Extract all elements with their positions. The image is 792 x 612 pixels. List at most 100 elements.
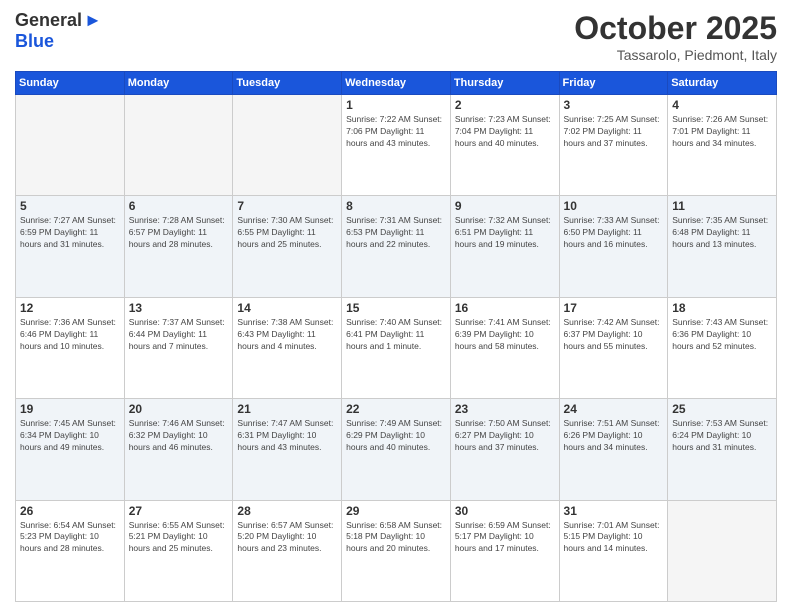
logo-blue-text: Blue [15, 31, 54, 52]
table-row: 1 Sunrise: 7:22 AM Sunset: 7:06 PM Daylig… [342, 95, 451, 196]
table-row: 8Sunrise: 7:31 AM Sunset: 6:53 PM Daylig… [342, 196, 451, 297]
day-number: 5 [20, 199, 120, 213]
table-row: 5 Sunrise: 7:27 AM Sunset: 6:59 PM Daylig… [16, 196, 125, 297]
table-row: 30Sunrise: 6:59 AM Sunset: 5:17 PM Dayli… [450, 500, 559, 601]
day-number: 15 [346, 301, 446, 315]
day-number: 26 [20, 504, 120, 518]
day-number: 27 [129, 504, 229, 518]
logo-general-text: General [15, 10, 82, 31]
calendar-week-row: 19 Sunrise: 7:45 AM Sunset: 6:34 PM Dayli… [16, 399, 777, 500]
day-number: 8 [346, 199, 446, 213]
table-row: 16 Sunrise: 7:41 AM Sunset: 6:39 PM Dayli… [450, 297, 559, 398]
table-row: 20 Sunrise: 7:46 AM Sunset: 6:32 PM Dayli… [124, 399, 233, 500]
day-number: 18 [672, 301, 772, 315]
day-info: Sunrise: 7:32 AM Sunset: 6:51 PM Dayligh… [455, 215, 555, 251]
day-info: Sunrise: 7:28 AM Sunset: 6:57 PM Dayligh… [129, 215, 229, 251]
table-row: 10 Sunrise: 7:33 AM Sunset: 6:50 PM Dayli… [559, 196, 668, 297]
day-number: 11 [672, 199, 772, 213]
day-info: Sunrise: 7:41 AM Sunset: 6:39 PM Dayligh… [455, 317, 555, 353]
table-row [16, 95, 125, 196]
page: General ► Blue October 2025 Tassarolo, P… [0, 0, 792, 612]
month-title: October 2025 [574, 10, 777, 47]
col-monday: Monday [124, 72, 233, 95]
day-info: Sunrise: 7:46 AM Sunset: 6:32 PM Dayligh… [129, 418, 229, 454]
title-area: October 2025 Tassarolo, Piedmont, Italy [574, 10, 777, 63]
table-row: 26Sunrise: 6:54 AM Sunset: 5:23 PM Dayli… [16, 500, 125, 601]
day-info: Sunrise: 7:45 AM Sunset: 6:34 PM Dayligh… [20, 418, 120, 454]
day-info: Sunrise: 7:33 AM Sunset: 6:50 PM Dayligh… [564, 215, 664, 251]
table-row: 12 Sunrise: 7:36 AM Sunset: 6:46 PM Dayli… [16, 297, 125, 398]
day-number: 20 [129, 402, 229, 416]
day-info: Sunrise: 6:59 AM Sunset: 5:17 PM Dayligh… [455, 520, 555, 556]
day-number: 14 [237, 301, 337, 315]
table-row [668, 500, 777, 601]
day-number: 13 [129, 301, 229, 315]
table-row: 2Sunrise: 7:23 AM Sunset: 7:04 PM Daylig… [450, 95, 559, 196]
day-info: Sunrise: 7:22 AM Sunset: 7:06 PM Dayligh… [346, 114, 446, 150]
day-number: 25 [672, 402, 772, 416]
day-number: 16 [455, 301, 555, 315]
table-row: 24 Sunrise: 7:51 AM Sunset: 6:26 PM Dayli… [559, 399, 668, 500]
calendar-week-row: 12 Sunrise: 7:36 AM Sunset: 6:46 PM Dayli… [16, 297, 777, 398]
table-row: 22 Sunrise: 7:49 AM Sunset: 6:29 PM Dayli… [342, 399, 451, 500]
table-row: 11 Sunrise: 7:35 AM Sunset: 6:48 PM Dayli… [668, 196, 777, 297]
table-row: 6 Sunrise: 7:28 AM Sunset: 6:57 PM Daylig… [124, 196, 233, 297]
day-number: 4 [672, 98, 772, 112]
day-info: Sunrise: 6:58 AM Sunset: 5:18 PM Dayligh… [346, 520, 446, 556]
day-number: 22 [346, 402, 446, 416]
day-info: Sunrise: 7:37 AM Sunset: 6:44 PM Dayligh… [129, 317, 229, 353]
day-number: 9 [455, 199, 555, 213]
col-friday: Friday [559, 72, 668, 95]
col-thursday: Thursday [450, 72, 559, 95]
day-info: Sunrise: 7:26 AM Sunset: 7:01 PM Dayligh… [672, 114, 772, 150]
day-number: 17 [564, 301, 664, 315]
table-row: 7Sunrise: 7:30 AM Sunset: 6:55 PM Daylig… [233, 196, 342, 297]
location: Tassarolo, Piedmont, Italy [574, 47, 777, 63]
day-info: Sunrise: 7:25 AM Sunset: 7:02 PM Dayligh… [564, 114, 664, 150]
day-info: Sunrise: 6:57 AM Sunset: 5:20 PM Dayligh… [237, 520, 337, 556]
table-row: 25 Sunrise: 7:53 AM Sunset: 6:24 PM Dayli… [668, 399, 777, 500]
table-row: 19 Sunrise: 7:45 AM Sunset: 6:34 PM Dayli… [16, 399, 125, 500]
day-number: 12 [20, 301, 120, 315]
day-info: Sunrise: 7:36 AM Sunset: 6:46 PM Dayligh… [20, 317, 120, 353]
table-row: 15 Sunrise: 7:40 AM Sunset: 6:41 PM Dayli… [342, 297, 451, 398]
calendar-header-row: Sunday Monday Tuesday Wednesday Thursday… [16, 72, 777, 95]
table-row: 28 Sunrise: 6:57 AM Sunset: 5:20 PM Dayli… [233, 500, 342, 601]
day-info: Sunrise: 7:49 AM Sunset: 6:29 PM Dayligh… [346, 418, 446, 454]
table-row: 18Sunrise: 7:43 AM Sunset: 6:36 PM Dayli… [668, 297, 777, 398]
calendar-table: Sunday Monday Tuesday Wednesday Thursday… [15, 71, 777, 602]
day-number: 23 [455, 402, 555, 416]
day-number: 19 [20, 402, 120, 416]
table-row: 17 Sunrise: 7:42 AM Sunset: 6:37 PM Dayli… [559, 297, 668, 398]
day-number: 24 [564, 402, 664, 416]
table-row [233, 95, 342, 196]
day-number: 1 [346, 98, 446, 112]
day-info: Sunrise: 7:23 AM Sunset: 7:04 PM Dayligh… [455, 114, 555, 150]
day-number: 10 [564, 199, 664, 213]
day-info: Sunrise: 7:40 AM Sunset: 6:41 PM Dayligh… [346, 317, 446, 353]
day-info: Sunrise: 7:38 AM Sunset: 6:43 PM Dayligh… [237, 317, 337, 353]
day-info: Sunrise: 7:30 AM Sunset: 6:55 PM Dayligh… [237, 215, 337, 251]
day-info: Sunrise: 7:01 AM Sunset: 5:15 PM Dayligh… [564, 520, 664, 556]
calendar-week-row: 5 Sunrise: 7:27 AM Sunset: 6:59 PM Daylig… [16, 196, 777, 297]
table-row: 31Sunrise: 7:01 AM Sunset: 5:15 PM Dayli… [559, 500, 668, 601]
day-info: Sunrise: 7:53 AM Sunset: 6:24 PM Dayligh… [672, 418, 772, 454]
day-number: 28 [237, 504, 337, 518]
table-row [124, 95, 233, 196]
day-info: Sunrise: 7:47 AM Sunset: 6:31 PM Dayligh… [237, 418, 337, 454]
table-row: 9 Sunrise: 7:32 AM Sunset: 6:51 PM Daylig… [450, 196, 559, 297]
table-row: 23Sunrise: 7:50 AM Sunset: 6:27 PM Dayli… [450, 399, 559, 500]
table-row: 3Sunrise: 7:25 AM Sunset: 7:02 PM Daylig… [559, 95, 668, 196]
day-info: Sunrise: 6:55 AM Sunset: 5:21 PM Dayligh… [129, 520, 229, 556]
day-info: Sunrise: 7:35 AM Sunset: 6:48 PM Dayligh… [672, 215, 772, 251]
table-row: 13 Sunrise: 7:37 AM Sunset: 6:44 PM Dayli… [124, 297, 233, 398]
day-info: Sunrise: 7:42 AM Sunset: 6:37 PM Dayligh… [564, 317, 664, 353]
col-tuesday: Tuesday [233, 72, 342, 95]
day-info: Sunrise: 7:51 AM Sunset: 6:26 PM Dayligh… [564, 418, 664, 454]
day-info: Sunrise: 7:27 AM Sunset: 6:59 PM Dayligh… [20, 215, 120, 251]
calendar-week-row: 26Sunrise: 6:54 AM Sunset: 5:23 PM Dayli… [16, 500, 777, 601]
day-number: 29 [346, 504, 446, 518]
header: General ► Blue October 2025 Tassarolo, P… [15, 10, 777, 63]
logo-arrow-icon: ► [84, 10, 102, 31]
day-number: 6 [129, 199, 229, 213]
